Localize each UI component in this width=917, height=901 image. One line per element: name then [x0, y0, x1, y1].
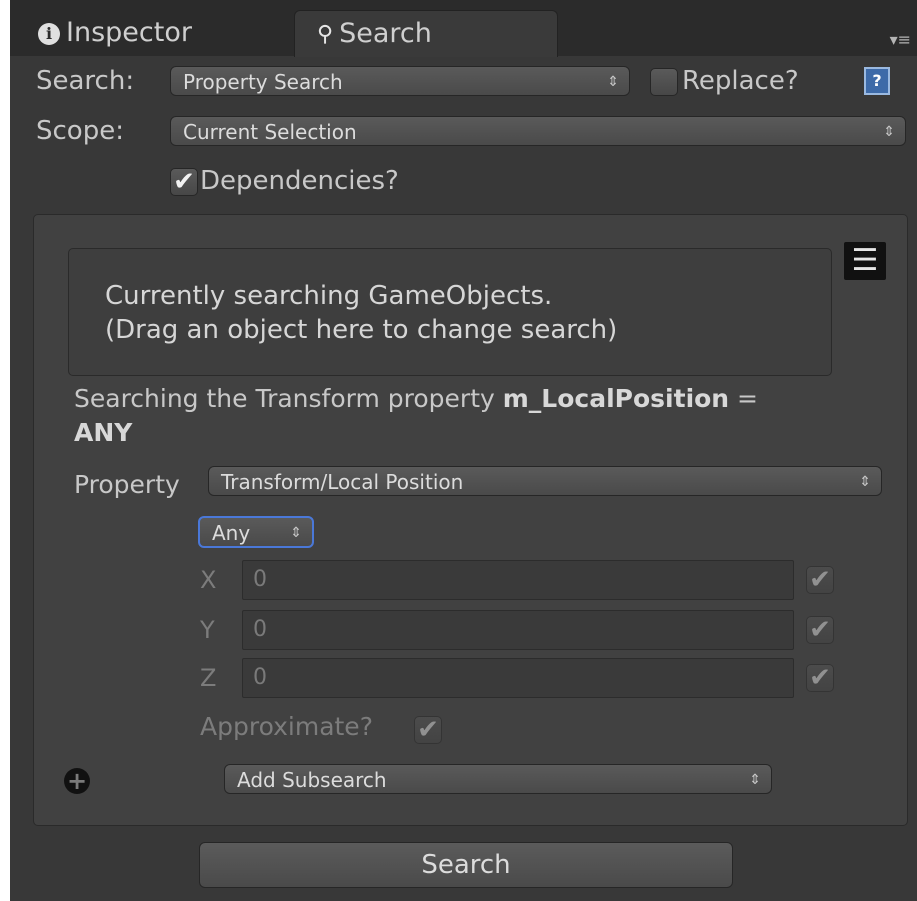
magnifier-icon: ⚲: [317, 21, 334, 47]
add-subsearch-dropdown[interactable]: Add Subsearch ⇕: [224, 764, 772, 794]
search-mode-value: Property Search: [183, 70, 343, 94]
dependencies-label: Dependencies?: [200, 166, 399, 196]
dropdown-arrows-icon: ⇕: [883, 124, 895, 140]
summary-value: ANY: [74, 418, 133, 447]
z-enable-checkbox[interactable]: ✔: [806, 664, 834, 692]
help-icon[interactable]: ?: [864, 67, 890, 95]
y-value-field[interactable]: 0: [242, 610, 794, 650]
add-subsearch-plus-icon[interactable]: +: [64, 768, 90, 794]
target-description: Currently searching GameObjects. (Drag a…: [105, 279, 617, 347]
dropdown-arrows-icon: ⇕: [607, 74, 619, 90]
tab-search-label: Search: [339, 18, 432, 49]
summary-suffix: =: [729, 384, 759, 413]
target-drop-zone[interactable]: Currently searching GameObjects. (Drag a…: [68, 248, 832, 376]
x-axis-label: X: [200, 566, 217, 594]
tab-strip: i Inspector ⚲ Search ▾≡: [10, 0, 917, 57]
search-mode-dropdown[interactable]: Property Search ⇕: [170, 66, 630, 96]
dropdown-arrows-icon: ⇕: [859, 474, 871, 490]
target-line-2: (Drag an object here to change search): [105, 315, 618, 345]
search-panel: i Inspector ⚲ Search ▾≡ Search: Property S…: [10, 0, 917, 901]
y-enable-checkbox[interactable]: ✔: [806, 616, 834, 644]
search-summary: Searching the Transform property m_Local…: [74, 382, 874, 450]
summary-property: m_LocalPosition: [502, 384, 730, 413]
y-axis-label: Y: [200, 616, 215, 644]
hamburger-menu-icon[interactable]: ☰: [844, 242, 886, 280]
match-mode-dropdown[interactable]: Any ⇕: [198, 516, 314, 548]
z-value-field[interactable]: 0: [242, 658, 794, 698]
approximate-checkbox[interactable]: ✔: [414, 716, 442, 744]
add-subsearch-value: Add Subsearch: [237, 768, 387, 792]
property-value: Transform/Local Position: [221, 470, 464, 494]
target-line-1: Currently searching GameObjects.: [105, 281, 553, 311]
x-value-field[interactable]: 0: [242, 560, 794, 600]
tab-search[interactable]: ⚲ Search: [294, 10, 558, 57]
info-icon: i: [38, 22, 60, 45]
panel-menu-icon[interactable]: ▾≡: [885, 30, 911, 50]
replace-checkbox[interactable]: [650, 68, 678, 96]
scope-value: Current Selection: [183, 120, 357, 144]
scope-dropdown[interactable]: Current Selection ⇕: [170, 116, 906, 146]
summary-prefix: Searching the Transform property: [74, 384, 503, 413]
property-dropdown[interactable]: Transform/Local Position ⇕: [208, 466, 882, 496]
tab-inspector-label: Inspector: [66, 17, 192, 48]
search-mode-label: Search:: [36, 66, 135, 96]
dependencies-checkbox[interactable]: ✔: [170, 168, 198, 196]
approximate-label: Approximate?: [200, 712, 373, 741]
match-mode-value: Any: [212, 521, 251, 545]
property-label: Property: [74, 470, 180, 499]
scope-label: Scope:: [36, 116, 124, 146]
dropdown-arrows-icon: ⇕: [290, 525, 302, 541]
replace-label: Replace?: [682, 66, 799, 96]
x-enable-checkbox[interactable]: ✔: [806, 566, 834, 594]
search-button[interactable]: Search: [199, 842, 733, 888]
z-axis-label: Z: [200, 664, 217, 692]
dropdown-arrows-icon: ⇕: [749, 772, 761, 788]
tab-inspector[interactable]: i Inspector: [38, 10, 278, 56]
